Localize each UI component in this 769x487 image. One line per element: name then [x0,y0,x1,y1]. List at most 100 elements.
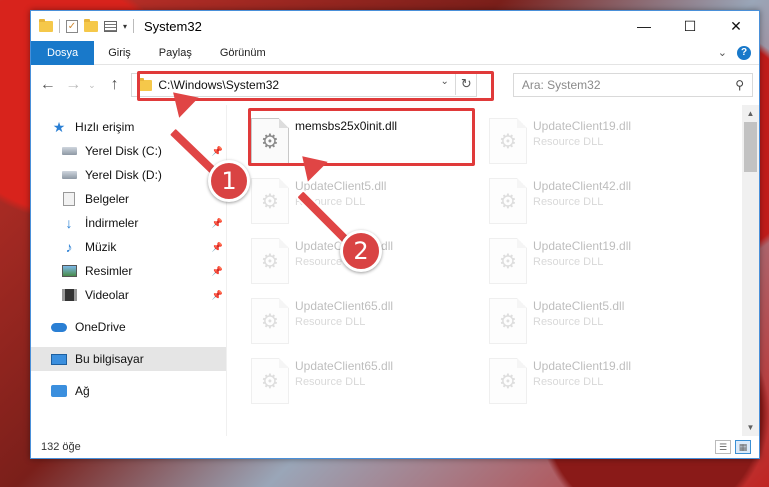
sidebar-item-pictures[interactable]: Resimler 📌 [31,259,227,283]
scroll-thumb[interactable] [744,122,757,172]
dll-file-icon: ⚙ [489,178,527,224]
gear-icon: ⚙ [261,310,279,333]
view-buttons: ☰ ▦ [715,440,759,454]
file-item[interactable]: ⚙ UpdateClient5.dll Resource DLL [251,171,489,231]
file-item[interactable]: ⚙ UpdateClient65.dll Resource DLL [251,351,489,411]
tiles-view-icon[interactable]: ▦ [735,440,751,454]
sidebar-item-music[interactable]: ♪ Müzik 📌 [31,235,227,259]
sidebar-item-documents[interactable]: Belgeler [31,187,227,211]
file-type: Resource DLL [533,256,604,268]
file-item[interactable]: ⚙ UpdateClient19.dll Resource DLL [489,351,727,411]
back-button[interactable]: ← [37,74,59,96]
gear-icon: ⚙ [499,310,517,333]
file-name: UpdateClient42.dll [533,179,632,193]
maximize-button[interactable]: ☐ [667,11,713,41]
file-type: Resource DLL [533,376,604,388]
file-name: UpdateClient5.dll [295,179,387,193]
customize-dropdown-icon[interactable]: ▾ [123,22,127,31]
gear-icon: ⚙ [261,250,279,273]
file-item[interactable]: ⚙ UpdateClient19.dll Resource DLL [489,111,727,171]
dll-file-icon: ⚙ [251,298,289,344]
dll-file-icon: ⚙ [251,358,289,404]
sidebar-item-downloads[interactable]: ↓ İndirmeler 📌 [31,211,227,235]
pin-icon[interactable]: 📌 [212,290,223,301]
tab-file[interactable]: Dosya [31,40,95,65]
file-name: UpdateClient5.dll [533,299,625,313]
file-name: UpdateClient19.dll [533,359,632,373]
sidebar-item-onedrive[interactable]: OneDrive [31,315,227,339]
file-item[interactable]: ⚙ UpdateClient19.dll Resource DLL [489,231,727,291]
videos-icon [61,289,77,301]
gear-icon: ⚙ [499,130,517,153]
file-type: Resource DLL [295,376,366,388]
sidebar-item-label: Bu bilgisayar [75,352,144,366]
pin-icon[interactable]: 📌 [212,146,223,157]
vertical-scrollbar[interactable]: ▲ ▼ [742,105,759,436]
pin-icon[interactable]: 📌 [212,242,223,253]
pin-icon[interactable]: 📌 [212,266,223,277]
sidebar-item-videos[interactable]: Videolar 📌 [31,283,227,307]
pictures-icon [61,265,77,277]
file-item[interactable]: ⚙ UpdateClient65.dll Resource DLL [251,291,489,351]
title-bar: ✓ ▾ System32 — ☐ ✕ [31,11,759,41]
tab-view[interactable]: Görünüm [206,41,280,65]
file-highlight-box [248,108,475,166]
sidebar-item-label: Yerel Disk (D:) [85,168,162,182]
search-icon[interactable]: ⚲ [735,78,744,92]
file-type: Resource DLL [533,136,604,148]
computer-icon [51,353,67,365]
forward-button[interactable]: → [63,74,85,96]
sidebar-item-local-disk-d[interactable]: Yerel Disk (D:) [31,163,227,187]
recent-locations-icon[interactable]: ⌄ [88,80,100,91]
sidebar-item-label: OneDrive [75,320,126,334]
file-type: Resource DLL [295,316,366,328]
dll-file-icon: ⚙ [489,238,527,284]
sidebar-item-quick-access[interactable]: ★ Hızlı erişim [31,115,227,139]
dll-file-icon: ⚙ [489,118,527,164]
step-badge-1: 1 [208,160,250,202]
search-box[interactable]: ⚲ [512,73,753,97]
expand-ribbon-icon[interactable]: ⌄ [718,46,727,59]
file-item[interactable]: ⚙ UpdateClient42.dll Resource DLL [489,171,727,231]
dll-file-icon: ⚙ [489,298,527,344]
downloads-icon: ↓ [65,215,73,231]
sidebar-item-label: Hızlı erişim [75,120,135,134]
properties-icon[interactable] [104,20,117,32]
minimize-button[interactable]: — [621,11,667,41]
star-icon: ★ [52,118,66,135]
dll-file-icon: ⚙ [251,238,289,284]
details-view-icon[interactable]: ☰ [715,440,731,454]
close-button[interactable]: ✕ [713,11,759,41]
sidebar-item-label: Belgeler [85,192,130,206]
scroll-down-icon[interactable]: ▼ [742,419,759,436]
gear-icon: ⚙ [261,190,279,213]
sidebar-item-label: Resimler [85,264,133,278]
music-icon: ♪ [65,239,73,255]
properties-check-icon[interactable]: ✓ [66,19,78,33]
search-input[interactable] [521,78,736,92]
item-count: 132 öğe [41,441,81,453]
gear-icon: ⚙ [261,370,279,393]
tab-share[interactable]: Paylaş [145,41,206,65]
network-icon [51,385,67,397]
file-item[interactable]: ⚙ UpdateClient5.dll Resource DLL [489,291,727,351]
drive-icon [61,147,77,155]
sidebar-item-this-pc[interactable]: Bu bilgisayar [31,347,227,371]
quick-access-toolbar: ✓ ▾ [39,18,135,33]
new-folder-icon[interactable] [84,18,98,32]
gear-icon: ⚙ [499,190,517,213]
file-name: UpdateClient65.dll [295,359,394,373]
scroll-up-icon[interactable]: ▲ [742,105,759,122]
file-name: UpdateClient19.dll [533,119,632,133]
tab-home[interactable]: Giriş [94,41,145,65]
ribbon-tabs: Dosya Giriş Paylaş Görünüm ⌄ ? [31,40,759,65]
up-button[interactable]: ↑ [104,74,126,96]
file-type: Resource DLL [533,196,604,208]
file-type: Resource DLL [533,316,604,328]
pin-icon[interactable]: 📌 [212,218,223,229]
help-icon[interactable]: ? [737,45,751,60]
gear-icon: ⚙ [499,370,517,393]
sidebar-item-label: İndirmeler [85,216,139,230]
sidebar-item-label: Ağ [75,384,90,398]
sidebar-item-network[interactable]: Ağ [31,379,227,403]
